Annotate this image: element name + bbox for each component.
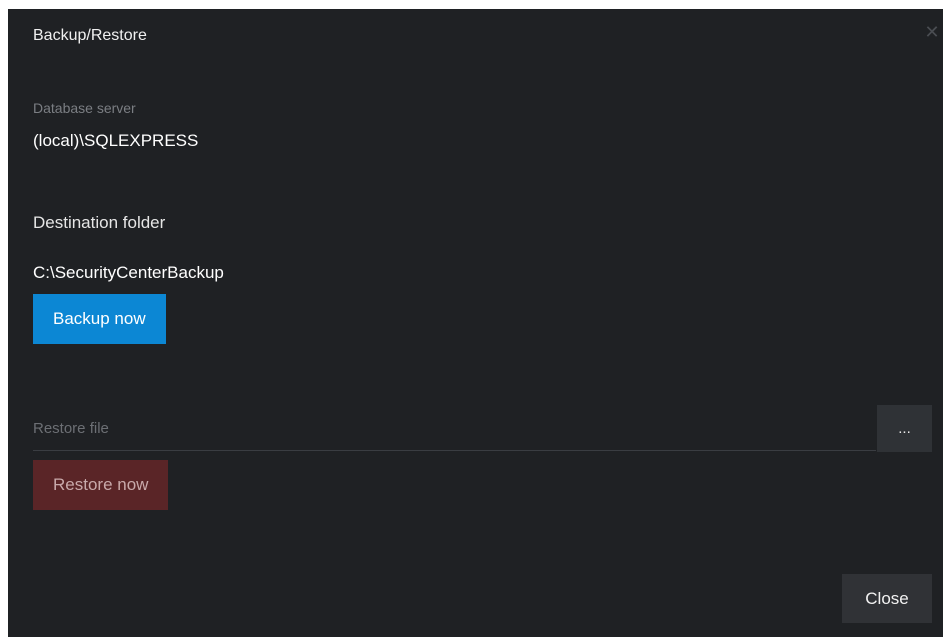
dialog-title: Backup/Restore — [33, 27, 147, 44]
close-button[interactable]: Close — [842, 574, 932, 623]
restore-file-placeholder: Restore file — [33, 420, 109, 437]
destination-folder-value: C:\SecurityCenterBackup — [33, 263, 224, 282]
destination-folder-label: Destination folder — [33, 213, 166, 232]
restore-file-input[interactable]: Restore file — [33, 404, 876, 451]
close-icon[interactable]: ✕ — [923, 23, 941, 41]
backup-now-button[interactable]: Backup now — [33, 294, 166, 344]
database-server-label: Database server — [33, 100, 136, 116]
backup-restore-dialog: Backup/Restore ✕ Database server (local)… — [8, 9, 943, 637]
browse-button[interactable]: ... — [877, 405, 932, 452]
restore-now-button[interactable]: Restore now — [33, 460, 169, 510]
database-server-value: (local)\SQLEXPRESS — [33, 131, 199, 150]
